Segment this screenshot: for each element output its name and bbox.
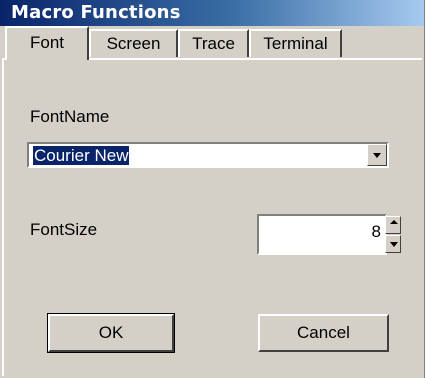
font-name-combobox[interactable]: Courier New xyxy=(27,142,389,168)
cancel-button[interactable]: Cancel xyxy=(258,314,389,352)
arrow-down-icon xyxy=(390,242,398,247)
font-name-label: FontName xyxy=(30,107,110,126)
tab-strip: Font Screen Trace Terminal xyxy=(0,26,424,60)
spin-up-button[interactable] xyxy=(385,216,401,234)
ok-button[interactable]: OK xyxy=(47,313,175,353)
font-size-input[interactable]: 8 xyxy=(257,214,387,255)
arrow-up-icon xyxy=(390,220,398,224)
tab-terminal-label: Terminal xyxy=(263,34,328,53)
spin-down-button[interactable] xyxy=(385,235,401,253)
font-size-label: FontSize xyxy=(30,220,98,239)
chevron-down-icon xyxy=(373,153,381,158)
font-size-spinner xyxy=(385,216,401,253)
font-name-dropdown-button[interactable] xyxy=(367,144,387,166)
tab-font-label: Font xyxy=(29,33,65,52)
tab-screen[interactable]: Screen xyxy=(89,29,178,57)
font-name-value: Courier New xyxy=(31,145,131,166)
title-bar[interactable]: Macro Functions xyxy=(0,0,424,26)
font-size-value: 8 xyxy=(371,222,381,241)
macro-functions-dialog: Macro Functions Font Screen Trace Termin… xyxy=(0,0,425,378)
tab-trace[interactable]: Trace xyxy=(178,29,249,57)
tab-screen-label: Screen xyxy=(106,34,161,53)
tab-trace-label: Trace xyxy=(192,34,235,53)
tab-font[interactable]: Font xyxy=(5,26,89,60)
window-title: Macro Functions xyxy=(11,2,181,23)
tab-terminal[interactable]: Terminal xyxy=(249,29,342,57)
